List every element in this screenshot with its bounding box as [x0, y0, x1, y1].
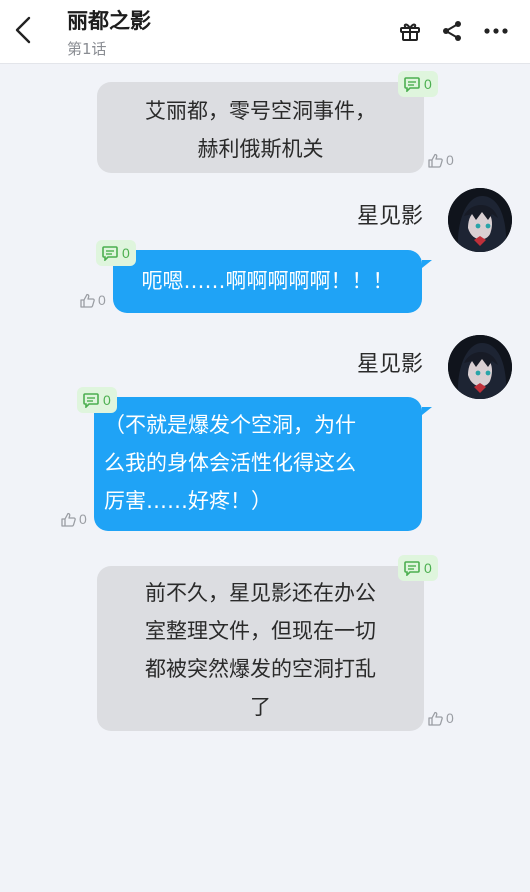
narration-bubble[interactable]: 前不久，星见影还在办公 室整理文件，但现在一切 都被突然爆发的空洞打乱 了	[97, 566, 424, 731]
comment-icon	[102, 245, 118, 261]
comment-count-badge[interactable]: 0	[96, 240, 136, 266]
character-portrait	[448, 188, 512, 252]
thumbs-up-icon	[428, 153, 443, 168]
message-line: 艾丽都，零号空洞事件，	[145, 99, 376, 123]
back-button[interactable]	[8, 12, 38, 48]
character-portrait	[448, 335, 512, 399]
message-line: 前不久，星见影还在办公	[145, 581, 376, 605]
comment-count-badge[interactable]: 0	[398, 71, 438, 97]
comment-count-badge[interactable]: 0	[77, 387, 117, 413]
message-line: 呃嗯……啊啊啊啊啊！！！	[141, 269, 394, 293]
dialogue-bubble[interactable]: （不就是爆发个空洞，为什 么我的身体会活性化得这么 厉害……好疼！）	[94, 397, 422, 531]
speaker-name: 星见影	[357, 352, 424, 377]
like-count: 0	[446, 710, 454, 726]
like-button[interactable]: 0	[61, 511, 87, 527]
more-icon	[484, 28, 508, 34]
comment-count: 0	[122, 245, 130, 261]
like-count: 0	[79, 511, 87, 527]
comment-icon	[83, 392, 99, 408]
like-count: 0	[446, 152, 454, 168]
page-title: 丽都之影	[67, 9, 151, 33]
bubble-tail	[422, 407, 432, 415]
share-button[interactable]	[439, 18, 465, 44]
comment-count: 0	[424, 560, 432, 576]
dialogue-bubble[interactable]: 呃嗯……啊啊啊啊啊！！！	[113, 250, 422, 313]
share-icon	[443, 21, 461, 41]
message-line: 么我的身体会活性化得这么	[104, 451, 356, 475]
chapter-label: 第1话	[67, 40, 107, 58]
thumbs-up-icon	[428, 711, 443, 726]
like-button[interactable]: 0	[80, 292, 106, 308]
like-count: 0	[98, 292, 106, 308]
speaker-name: 星见影	[357, 204, 424, 229]
gift-button[interactable]	[397, 18, 423, 44]
back-arrow-icon	[15, 16, 31, 44]
comment-count: 0	[424, 76, 432, 92]
message-line: 了	[250, 695, 271, 719]
comment-icon	[404, 76, 420, 92]
avatar[interactable]	[448, 188, 512, 252]
message-line: 都被突然爆发的空洞打乱	[145, 657, 376, 681]
comment-icon	[404, 560, 420, 576]
more-button[interactable]	[483, 18, 509, 44]
bubble-tail	[422, 260, 432, 268]
like-button[interactable]: 0	[428, 710, 454, 726]
message-line: 厉害……好疼！）	[104, 489, 272, 513]
comment-count-badge[interactable]: 0	[398, 555, 438, 581]
avatar[interactable]	[448, 335, 512, 399]
comment-count: 0	[103, 392, 111, 408]
thumbs-up-icon	[61, 512, 76, 527]
message-line: 赫利俄斯机关	[197, 137, 324, 161]
narration-bubble[interactable]: 艾丽都，零号空洞事件， 赫利俄斯机关	[97, 82, 424, 173]
thumbs-up-icon	[80, 293, 95, 308]
top-bar: 丽都之影 第1话	[0, 0, 530, 64]
gift-icon	[400, 23, 420, 41]
message-line: （不就是爆发个空洞，为什	[104, 413, 356, 437]
message-line: 室整理文件，但现在一切	[145, 619, 376, 643]
like-button[interactable]: 0	[428, 152, 454, 168]
